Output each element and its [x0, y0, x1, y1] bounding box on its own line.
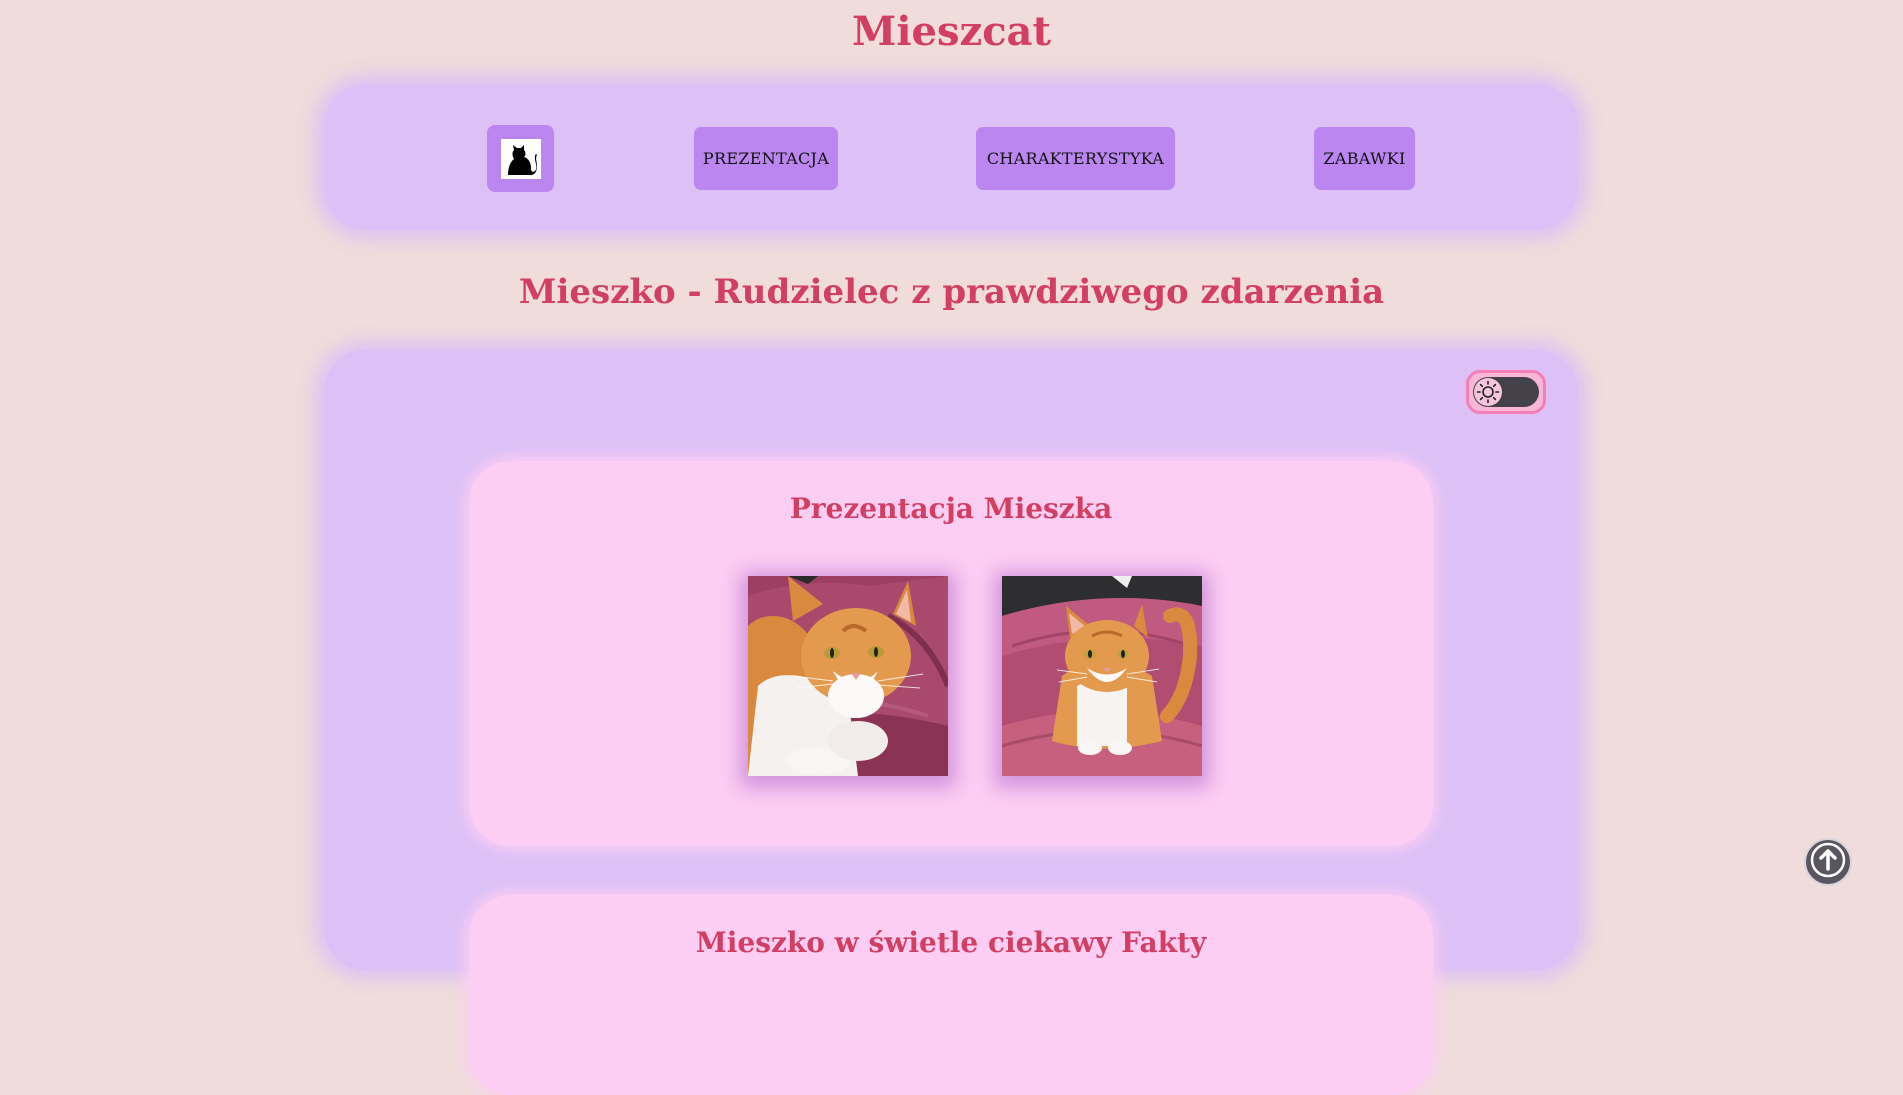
scroll-to-top-button[interactable] [1804, 838, 1852, 886]
site-title: Mieszcat [852, 8, 1051, 55]
toggle-track [1473, 377, 1539, 407]
page-heading: Mieszko - Rudzielec z prawdziwego zdarze… [518, 272, 1385, 312]
facts-title: Mieszko w świetle ciekawy Fakty [695, 926, 1207, 959]
main-panel: Prezentacja Mieszka Mieszko w świetle ci… [324, 350, 1578, 1095]
nav-zabawki-button[interactable]: ZABAWKI [1314, 127, 1415, 190]
theme-toggle[interactable] [1466, 370, 1546, 414]
arrow-up-circle-icon [1809, 841, 1847, 883]
black-cat-icon [500, 138, 541, 179]
nav-home-logo-button[interactable] [487, 125, 554, 192]
nav-prezentacja-button[interactable]: PREZENTACJA [694, 127, 838, 190]
nav-charakterystyka-button[interactable]: CHARAKTERYSTYKA [976, 127, 1175, 190]
presentation-title: Prezentacja Mieszka [789, 492, 1113, 525]
sun-icon [1474, 378, 1502, 406]
cat-photo-lying [748, 576, 948, 776]
facts-card: Mieszko w świetle ciekawy Fakty [469, 895, 1433, 1095]
nav-panel: PREZENTACJA CHARAKTERYSTYKA ZABAWKI [324, 84, 1578, 230]
presentation-card: Prezentacja Mieszka [469, 461, 1433, 846]
cat-photo-sitting [1002, 576, 1202, 776]
